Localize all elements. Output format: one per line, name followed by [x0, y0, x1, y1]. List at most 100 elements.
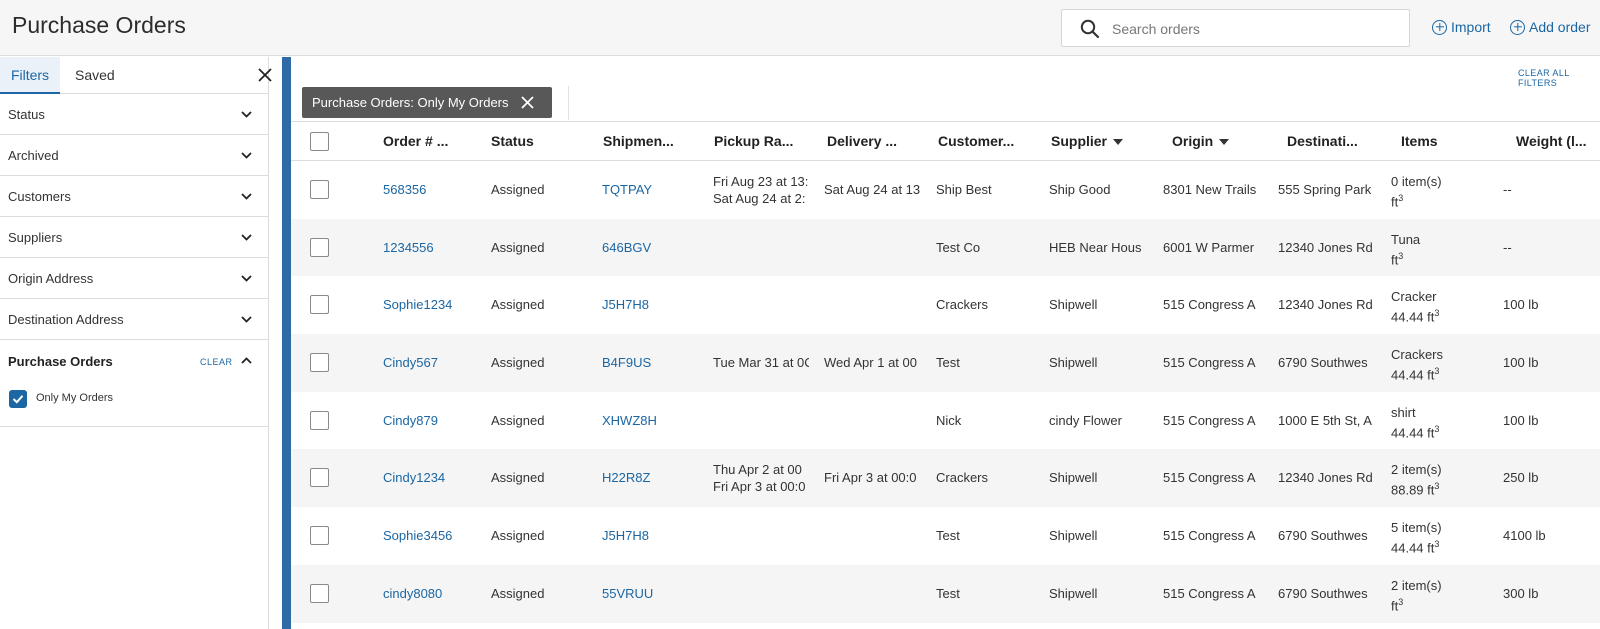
shipment-link[interactable]: J5H7H8: [602, 297, 698, 312]
filter-origin-address[interactable]: Origin Address: [0, 258, 268, 299]
divider: [568, 86, 569, 120]
filter-label: Status: [8, 107, 45, 122]
table-row[interactable]: Sophie3456 Assigned J5H7H8 Test Shipwell 515 …: [291, 507, 1600, 565]
plus-circle-icon: [1510, 19, 1525, 35]
order-number-link[interactable]: Cindy879: [383, 413, 479, 428]
origin-cell: 515 Congress A: [1163, 355, 1256, 371]
weight-cell: 100 lb: [1503, 297, 1539, 313]
cubic-superscript: 3: [1398, 596, 1404, 607]
chevron-down-icon: [241, 275, 252, 282]
row-checkbox[interactable]: [310, 410, 329, 430]
shipment-link[interactable]: J5H7H8: [602, 528, 698, 543]
tab-saved[interactable]: Saved: [75, 57, 115, 94]
filter-status[interactable]: Status: [0, 94, 268, 135]
table-row[interactable]: 568356 Assigned TQTPAY Fri Aug 23 at 13: Sat…: [291, 161, 1600, 219]
import-button[interactable]: Import: [1432, 19, 1491, 35]
cell-line: 44.44 ft3: [1391, 423, 1440, 441]
column-label: Origin: [1172, 133, 1214, 149]
origin-cell: 515 Congress A: [1163, 470, 1256, 486]
column-supplier[interactable]: Supplier: [1051, 133, 1151, 149]
items-cell: 2 item(s) 88.89 ft3: [1391, 461, 1487, 498]
filter-customers[interactable]: Customers: [0, 176, 268, 217]
close-icon[interactable]: [520, 95, 535, 110]
cell-line: 2 item(s): [1391, 462, 1442, 478]
order-number-link[interactable]: Cindy567: [383, 355, 479, 370]
row-checkbox[interactable]: [310, 468, 329, 488]
clear-all-filters-button[interactable]: CLEAR ALL FILTERS: [1518, 68, 1600, 88]
table-row[interactable]: Cindy1234 Assigned H22R8Z Thu Apr 2 at 00 Fr…: [291, 449, 1600, 508]
destination-cell: 6790 Southwes: [1278, 355, 1368, 371]
tab-filters[interactable]: Filters: [0, 57, 60, 94]
column-customer[interactable]: Customer...: [938, 133, 1034, 149]
cubic-superscript: 3: [1434, 423, 1440, 434]
column-destination[interactable]: Destinati...: [1287, 133, 1383, 149]
close-icon[interactable]: [257, 67, 273, 83]
order-number-link[interactable]: 568356: [383, 182, 479, 197]
destination-cell: 6790 Southwes: [1278, 528, 1368, 544]
filter-destination-address[interactable]: Destination Address: [0, 299, 268, 340]
shipment-link[interactable]: 55VRUU: [602, 586, 698, 601]
origin-cell: 515 Congress A: [1163, 297, 1256, 313]
status-cell: Assigned: [491, 470, 545, 486]
table-row[interactable]: cindy8080 Assigned 55VRUU Test Shipwell 515 C…: [291, 564, 1600, 623]
table-row[interactable]: 1234556 Assigned 646BGV Test Co HEB Near Hou…: [291, 218, 1600, 277]
collapse-handle[interactable]: [282, 57, 291, 629]
chevron-down-icon: [241, 316, 252, 323]
search-input[interactable]: [1112, 18, 1392, 40]
cubic-superscript: 3: [1434, 539, 1440, 550]
column-origin[interactable]: Origin: [1172, 133, 1272, 149]
plus-circle-icon: [1432, 19, 1447, 35]
chevron-up-icon[interactable]: [240, 354, 253, 367]
shipment-link[interactable]: H22R8Z: [602, 470, 698, 485]
status-cell: Assigned: [491, 239, 545, 255]
column-pickup[interactable]: Pickup Ra...: [714, 133, 810, 149]
cell-line: Fri Aug 23 at 13:: [713, 174, 809, 189]
column-weight[interactable]: Weight (l...: [1516, 133, 1600, 149]
supplier-cell: Ship Good: [1049, 182, 1111, 197]
column-order[interactable]: Order # ...: [383, 133, 479, 149]
only-my-orders-checkbox[interactable]: [9, 390, 27, 408]
row-checkbox[interactable]: [310, 295, 329, 315]
select-all-checkbox[interactable]: [310, 132, 329, 151]
filter-suppliers[interactable]: Suppliers: [0, 217, 268, 258]
supplier-cell: Shipwell: [1049, 355, 1098, 371]
cubic-superscript: 3: [1398, 193, 1404, 203]
row-checkbox[interactable]: [310, 180, 329, 199]
column-status[interactable]: Status: [491, 133, 581, 149]
weight-cell: --: [1503, 182, 1512, 197]
order-number-link[interactable]: 1234556: [383, 240, 479, 255]
table-row[interactable]: Cindy879 Assigned XHWZ8H Nick cindy Flower 51…: [291, 392, 1600, 450]
shipment-link[interactable]: XHWZ8H: [602, 413, 698, 428]
filter-archived[interactable]: Archived: [0, 135, 268, 176]
search-box[interactable]: [1061, 9, 1410, 47]
items-cell: Crackers 44.44 ft3: [1391, 346, 1487, 383]
column-delivery[interactable]: Delivery ...: [827, 133, 923, 149]
shipment-link[interactable]: TQTPAY: [602, 182, 698, 197]
cell-line: 44.44 ft3: [1391, 366, 1440, 383]
order-number-link[interactable]: Cindy1234: [383, 470, 479, 485]
table-row[interactable]: Cindy567 Assigned B4F9US Tue Mar 31 at 0C We…: [291, 334, 1600, 392]
column-shipment[interactable]: Shipmen...: [603, 133, 699, 149]
destination-cell: 6790 Southwes: [1278, 585, 1368, 601]
table-row[interactable]: Sophie1234 Assigned J5H7H8 Crackers Shipwell…: [291, 276, 1600, 334]
filter-purchase-orders: Purchase Orders CLEAR Only My Orders: [0, 340, 268, 427]
add-order-button[interactable]: Add order: [1510, 19, 1590, 35]
cell-line: Thu Apr 2 at 00: [713, 462, 802, 478]
only-my-orders-label: Only My Orders: [36, 392, 114, 404]
order-number-link[interactable]: Sophie1234: [383, 297, 479, 312]
sort-down-icon: [1219, 139, 1230, 146]
column-items[interactable]: Items: [1401, 133, 1497, 149]
row-checkbox[interactable]: [310, 353, 329, 373]
customer-cell: Test Co: [936, 239, 981, 255]
order-number-link[interactable]: cindy8080: [383, 586, 479, 601]
row-checkbox[interactable]: [310, 583, 329, 603]
filter-sidebar: Filters Saved Status Archived Customers …: [0, 57, 272, 629]
order-number-link[interactable]: Sophie3456: [383, 528, 479, 543]
shipment-link[interactable]: 646BGV: [602, 240, 698, 255]
row-checkbox[interactable]: [310, 237, 329, 257]
clear-filter-button[interactable]: CLEAR: [200, 357, 233, 367]
status-cell: Assigned: [491, 528, 545, 544]
shipment-link[interactable]: B4F9US: [602, 355, 698, 370]
weight-cell: --: [1503, 239, 1512, 255]
row-checkbox[interactable]: [310, 526, 329, 546]
